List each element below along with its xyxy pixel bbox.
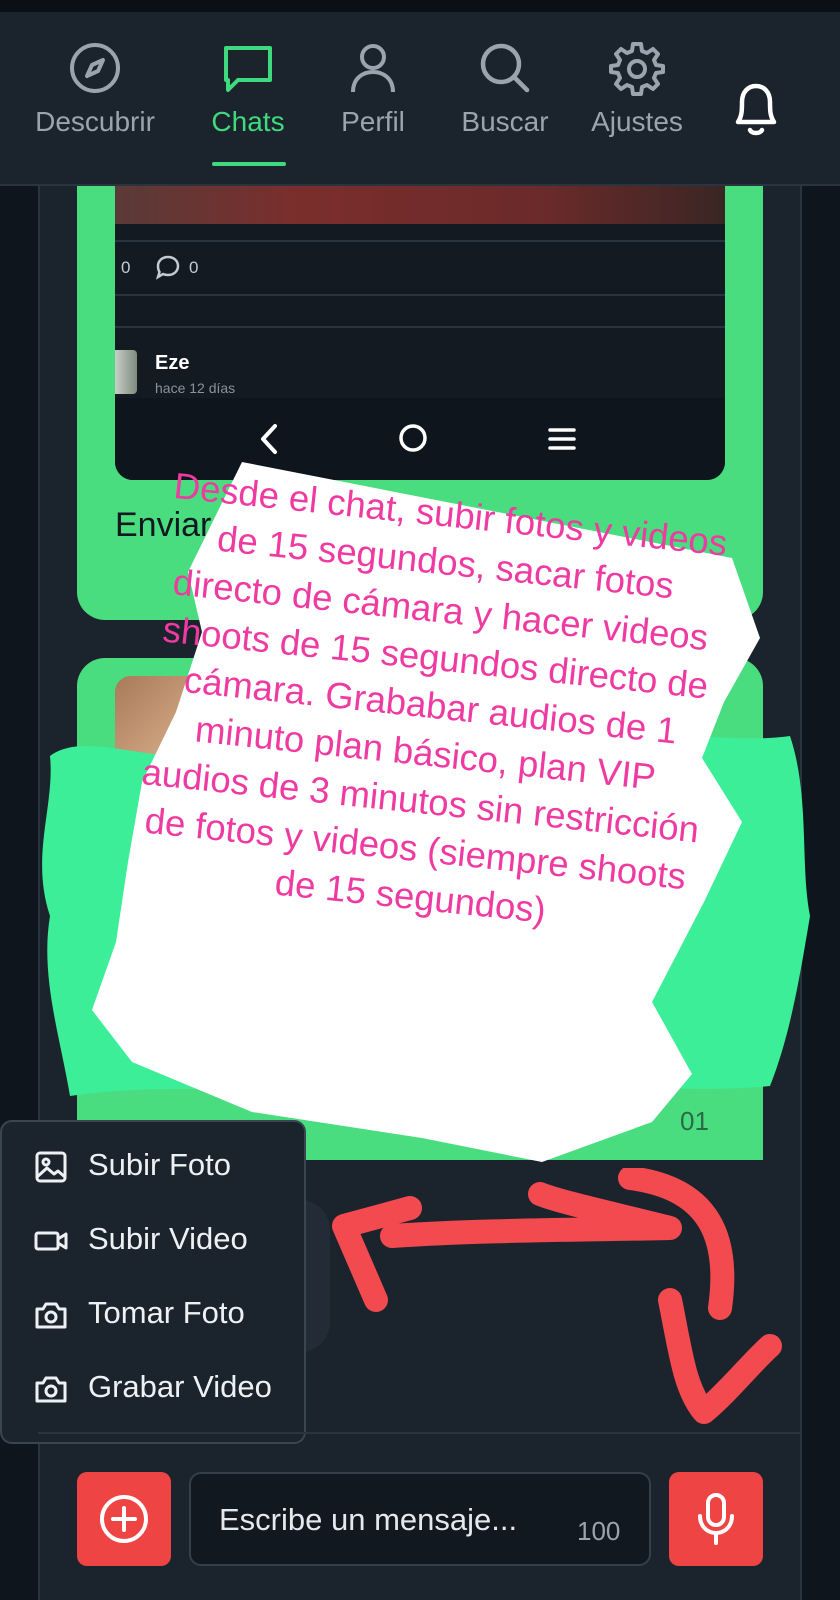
post-comments-count: 0 <box>189 258 199 277</box>
camera-icon <box>35 1302 67 1329</box>
menu-item-record-video[interactable]: Grabar Video <box>2 1358 302 1418</box>
gear-icon <box>609 42 665 96</box>
top-navigation: Descubrir Chats Perfil Buscar Ajustes <box>0 12 840 186</box>
compass-icon <box>70 43 120 93</box>
post-photo <box>115 186 725 224</box>
post-author: Eze <box>155 352 190 374</box>
nav-tab-chats[interactable]: Chats <box>178 40 318 138</box>
post-timestamp: hace 12 días <box>155 380 236 396</box>
search-icon <box>480 43 530 93</box>
video-camera-icon <box>34 1231 68 1251</box>
attach-menu: Subir Foto Subir Video Tomar Foto Grabar… <box>0 1120 306 1444</box>
camera-icon <box>35 1376 67 1403</box>
message-input-placeholder: Escribe un mensaje... <box>219 1502 518 1537</box>
menu-item-take-photo-label: Tomar Foto <box>88 1295 245 1330</box>
back-icon <box>261 424 277 454</box>
nav-tab-profile-label: Perfil <box>341 106 405 137</box>
chat-bubble-icon <box>224 46 272 92</box>
menu-item-upload-photo[interactable]: Subir Foto <box>2 1136 302 1196</box>
red-arrow-annotation <box>332 1168 782 1424</box>
home-circle-icon <box>399 424 427 452</box>
status-strip <box>0 0 840 12</box>
post-header: Eze hace 12 días <box>115 326 725 402</box>
post-reactions: 0 0 <box>115 240 725 296</box>
microphone-button[interactable] <box>669 1472 763 1566</box>
nav-tab-search[interactable]: Buscar <box>435 40 575 138</box>
menu-lines-icon <box>548 428 576 450</box>
avatar <box>115 350 137 394</box>
menu-item-take-photo[interactable]: Tomar Foto <box>2 1284 302 1344</box>
shared-screenshot[interactable]: 0 0 Eze hace 12 días <box>115 186 725 480</box>
bell-icon[interactable] <box>728 78 784 140</box>
comment-icon[interactable] <box>155 254 181 280</box>
active-tab-indicator <box>212 162 286 166</box>
menu-item-upload-photo-label: Subir Foto <box>88 1147 232 1182</box>
nav-tab-settings-label: Ajustes <box>591 106 683 137</box>
nav-tab-settings[interactable]: Ajustes <box>582 40 692 138</box>
message-input[interactable]: Escribe un mensaje... 100 <box>189 1472 651 1566</box>
annotation-text: Desde el chat, subir fotos y videos de 1… <box>139 464 730 931</box>
nav-tab-discover[interactable]: Descubrir <box>25 40 165 138</box>
post-likes-count: 0 <box>121 258 131 277</box>
nav-tab-search-label: Buscar <box>461 106 549 137</box>
image-icon <box>35 1151 67 1183</box>
menu-item-upload-video-label: Subir Video <box>88 1221 248 1256</box>
attach-button[interactable] <box>77 1472 171 1566</box>
nav-tab-profile[interactable]: Perfil <box>303 40 443 138</box>
annotation-note: Desde el chat, subir fotos y videos de 1… <box>92 462 778 1178</box>
nav-tab-discover-label: Descubrir <box>35 106 155 137</box>
menu-item-upload-video[interactable]: Subir Video <box>2 1210 302 1270</box>
menu-item-record-video-label: Grabar Video <box>88 1369 272 1404</box>
user-icon <box>351 44 395 93</box>
microphone-icon <box>698 1493 734 1545</box>
plus-circle-icon <box>100 1495 148 1543</box>
nav-tab-chats-label: Chats <box>211 106 285 137</box>
character-counter: 100 <box>577 1516 621 1546</box>
